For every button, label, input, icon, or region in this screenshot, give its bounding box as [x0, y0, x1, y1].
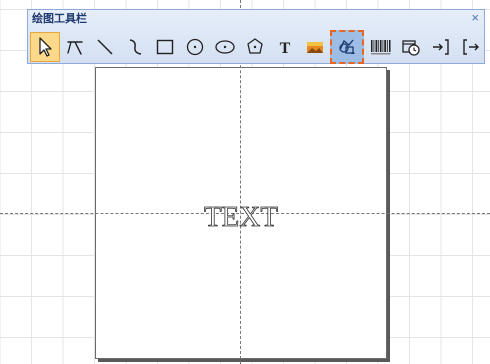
- barcode-icon: [371, 40, 391, 55]
- text-tool-button[interactable]: T: [270, 32, 300, 62]
- curve-icon: [129, 39, 142, 55]
- canvas-text: TEXT: [204, 201, 278, 233]
- rectangle-icon: [156, 39, 174, 55]
- ellipse-tool-button[interactable]: [210, 32, 240, 62]
- circle-icon: [186, 38, 204, 56]
- node-edit-tool-button[interactable]: [60, 32, 90, 62]
- export-tool-button[interactable]: [456, 32, 486, 62]
- datetime-icon: [402, 40, 420, 56]
- line-icon: [97, 39, 113, 55]
- datetime-tool-button[interactable]: [396, 32, 426, 62]
- import-icon: [433, 39, 449, 55]
- polygon-tool-button[interactable]: [240, 32, 270, 62]
- select-arrow-icon: [39, 37, 52, 57]
- toolbar-title: 绘图工具栏: [32, 13, 87, 25]
- image-tool-button[interactable]: [300, 32, 330, 62]
- image-icon: [307, 42, 323, 53]
- curve-tool-button[interactable]: [120, 32, 150, 62]
- import-tool-button[interactable]: [426, 32, 456, 62]
- node-edit-icon: [67, 41, 83, 55]
- select-tool-button[interactable]: [30, 32, 60, 62]
- text-t-icon: T: [280, 40, 291, 57]
- vector-graphic-tool-button[interactable]: [330, 30, 364, 64]
- circle-tool-button[interactable]: [180, 32, 210, 62]
- polygon-icon: [247, 38, 263, 54]
- ellipse-icon: [215, 40, 235, 54]
- drawing-toolbar[interactable]: 绘图工具栏 × T: [27, 9, 485, 64]
- close-icon[interactable]: ×: [471, 11, 479, 25]
- line-tool-button[interactable]: [90, 32, 120, 62]
- vector-graphic-icon: [339, 39, 355, 54]
- toolbar-tools: T: [30, 30, 486, 64]
- barcode-tool-button[interactable]: [366, 32, 396, 62]
- rectangle-tool-button[interactable]: [150, 32, 180, 62]
- text-tool-glyph: T: [280, 40, 291, 57]
- export-icon: [463, 39, 479, 55]
- canvas-text-object[interactable]: TEXT: [196, 196, 286, 236]
